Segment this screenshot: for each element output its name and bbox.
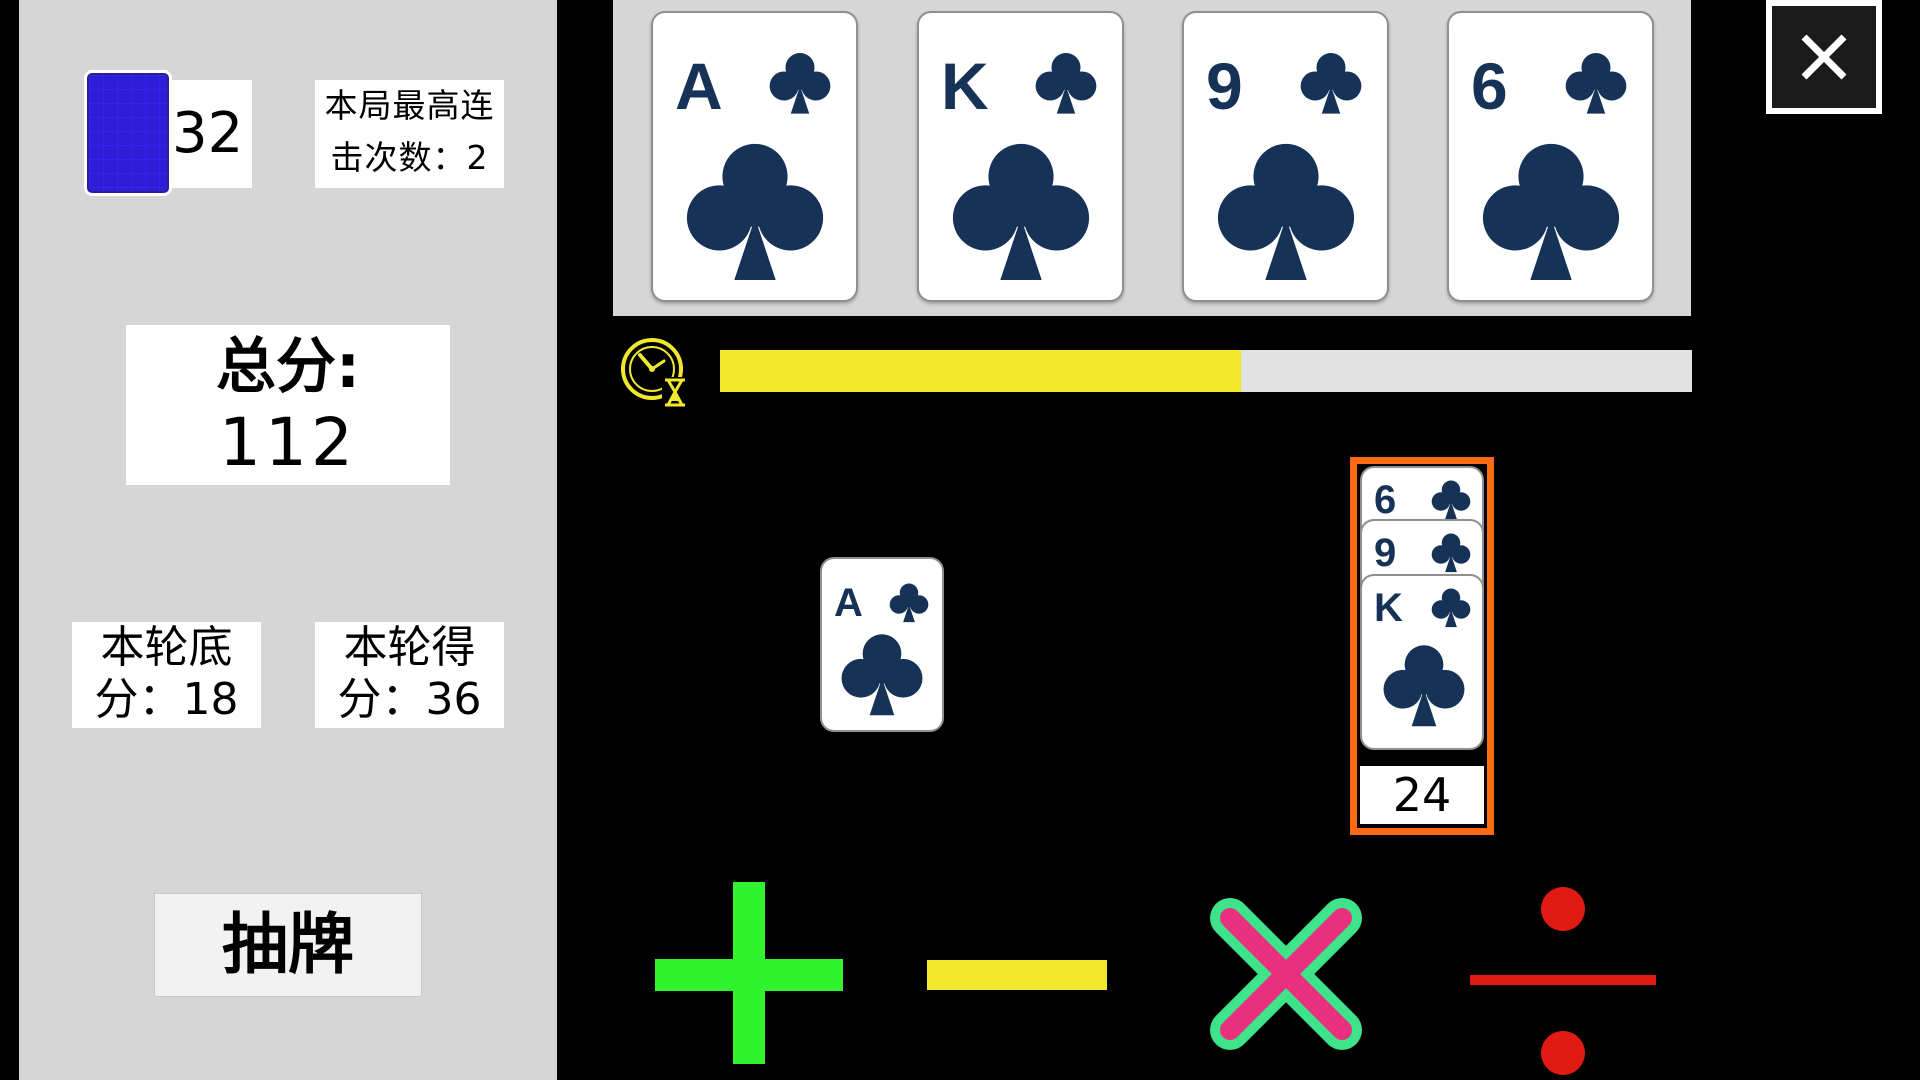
club-suit-icon (1482, 143, 1620, 281)
played-card[interactable]: A (820, 557, 944, 732)
round-base-score-box: 本轮底 分：18 (72, 622, 261, 728)
card-rank: K (1374, 586, 1403, 630)
card-rank: 9 (1206, 49, 1243, 123)
total-score-box: 总分: 112 (126, 325, 450, 485)
round-gain-score-box: 本轮得 分：36 (315, 622, 504, 728)
minus-operator-button[interactable] (927, 958, 1107, 992)
card-rank: 9 (1374, 531, 1397, 575)
round-base-label-line2: 分：18 (94, 674, 239, 725)
card-rank: K (941, 49, 989, 123)
club-suit-icon (769, 52, 831, 114)
round-base-label-line1: 本轮底 (100, 622, 233, 673)
deck-remaining-count: 32 (172, 80, 252, 188)
card-rank: A (675, 49, 723, 123)
multiply-operator-button[interactable] (1210, 898, 1362, 1050)
tray-card[interactable]: A (651, 11, 858, 302)
round-gain-label-line2: 分：36 (337, 674, 482, 725)
card-rank: 6 (1471, 49, 1508, 123)
deck-icon (84, 70, 172, 196)
close-button[interactable] (1766, 0, 1882, 114)
club-suit-icon (1300, 52, 1362, 114)
clock-hourglass-icon (621, 338, 688, 407)
club-suit-icon (1383, 645, 1465, 727)
club-suit-icon (889, 583, 929, 623)
card-rank: A (834, 581, 863, 625)
club-suit-icon (952, 143, 1090, 281)
club-suit-icon (1431, 480, 1471, 520)
draw-card-button[interactable]: 抽牌 (154, 893, 422, 997)
best-combo-label-line2: 击次数：2 (330, 138, 489, 177)
stack-score: 24 (1360, 766, 1484, 824)
tray-card[interactable]: 6 (1447, 11, 1654, 302)
plus-operator-button[interactable] (655, 882, 843, 1064)
club-suit-icon (1217, 143, 1355, 281)
best-combo-box: 本局最高连 击次数：2 (315, 80, 504, 188)
card-rank: 6 (1374, 478, 1397, 522)
total-score-label: 总分: (216, 332, 360, 402)
timer-progress-fill (720, 350, 1241, 392)
close-icon (1801, 34, 1847, 80)
tray-card[interactable]: 9 (1182, 11, 1389, 302)
club-suit-icon (1431, 533, 1471, 573)
tray-card[interactable]: K (917, 11, 1124, 302)
stack-card: K (1360, 574, 1484, 750)
club-suit-icon (1035, 52, 1097, 114)
round-gain-label-line1: 本轮得 (343, 622, 476, 673)
best-combo-label-line1: 本局最高连 (324, 86, 495, 125)
club-suit-icon (841, 634, 923, 716)
timer-progress-track (720, 350, 1692, 392)
club-suit-icon (686, 143, 824, 281)
divide-operator-button[interactable] (1468, 887, 1658, 1077)
total-score-value: 112 (219, 404, 357, 481)
club-suit-icon (1431, 588, 1471, 628)
club-suit-icon (1565, 52, 1627, 114)
